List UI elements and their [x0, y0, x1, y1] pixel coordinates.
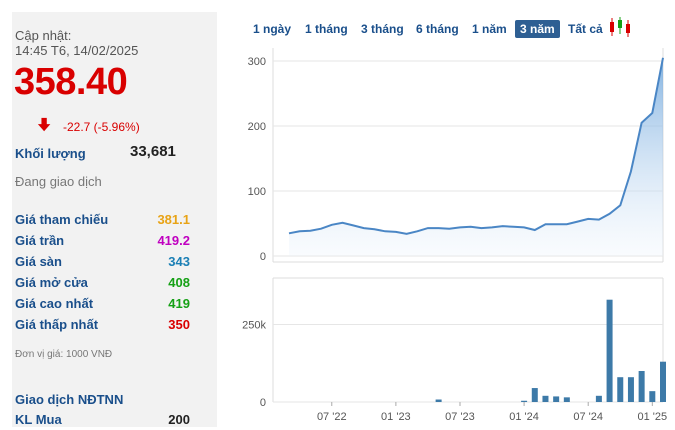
price-line — [289, 58, 663, 234]
volume-bar — [649, 391, 655, 402]
price-tick-label: 300 — [248, 56, 266, 68]
volume-bar — [639, 371, 645, 402]
volume-bar — [553, 396, 559, 402]
x-tick-label: 07 '23 — [445, 411, 475, 423]
volume-tick-label: 0 — [260, 397, 266, 409]
x-tick-label: 01 '25 — [637, 411, 667, 423]
price-tick-label: 100 — [248, 186, 266, 198]
volume-bar — [596, 396, 602, 402]
volume-tick-label: 250k — [242, 320, 266, 332]
price-area — [289, 58, 663, 256]
price-tick-label: 0 — [260, 251, 266, 263]
price-tick-label: 200 — [248, 121, 266, 133]
volume-bar — [607, 300, 613, 402]
volume-bar — [542, 396, 548, 402]
volume-bar — [564, 397, 570, 402]
volume-bar — [628, 377, 634, 402]
x-tick-label: 07 '24 — [573, 411, 603, 423]
volume-bar — [532, 388, 538, 402]
x-tick-label: 01 '23 — [381, 411, 411, 423]
volume-bar — [660, 362, 666, 402]
x-tick-label: 01 '24 — [509, 411, 539, 423]
volume-bar — [436, 400, 442, 402]
x-tick-label: 07 '22 — [317, 411, 347, 423]
volume-bar — [521, 401, 527, 402]
price-volume-chart: 0 100 200 300 0 250k 07 '22 01 '23 07 '23 01 '24 0… — [0, 0, 675, 427]
volume-bar — [617, 377, 623, 402]
